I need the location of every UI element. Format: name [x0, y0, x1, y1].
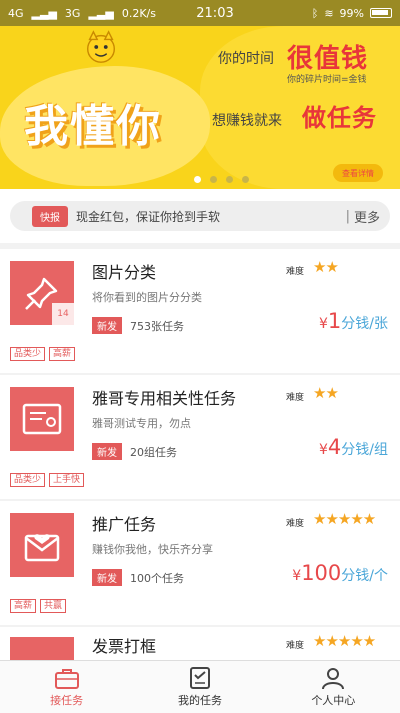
price-value: 100 [301, 561, 342, 585]
task-price: ¥1分钱/张 [319, 309, 388, 333]
nav-label: 我的任务 [177, 694, 222, 707]
task-count: 20组任务 [130, 446, 177, 459]
difficulty-label: 难度 [286, 267, 305, 277]
price-value: 4 [327, 435, 342, 459]
nav-my-tasks[interactable]: 我的任务 [133, 661, 266, 713]
carousel-dot[interactable] [242, 176, 249, 183]
price-value: 1 [327, 309, 342, 333]
task-title: 雅哥专用相关性任务 [92, 389, 237, 408]
task-tag: 品类少 [10, 473, 46, 487]
banner-headline: 我懂你 [24, 101, 162, 152]
task-tag: 高薪 [49, 347, 76, 361]
price-unit: 分钱/张 [341, 316, 388, 332]
banner-line1-big: 很值钱 [287, 44, 369, 74]
difficulty-label: 难度 [286, 641, 305, 651]
certificate-icon [22, 403, 62, 435]
new-badge: 新发 [92, 317, 122, 334]
price-unit: 分钱/组 [341, 442, 388, 458]
price-symbol: ¥ [318, 442, 328, 458]
task-title: 发票打框 [92, 637, 157, 656]
see-detail-button[interactable]: 查看详情 [333, 164, 383, 182]
task-tag: 共赢 [40, 599, 67, 613]
signal-indicator: 4G [8, 6, 24, 20]
task-description: 将你看到的图片分分类 [92, 291, 202, 304]
price-symbol: ¥ [292, 568, 302, 584]
network-speed: 0.2K/s [121, 6, 156, 20]
task-icon [10, 387, 74, 451]
wifi-icon: ≋ [324, 6, 334, 20]
task-card[interactable]: 14 图片分类 难度 ★★ 将你看到的图片分分类 新发 753张任务 ¥1分钱/… [0, 249, 400, 373]
difficulty-stars: ★★ [313, 258, 339, 276]
task-tag: 品类少 [10, 347, 46, 361]
carousel-dot[interactable] [194, 176, 201, 183]
person-icon [322, 668, 345, 690]
mascot-icon [86, 30, 116, 63]
notice-message[interactable]: 现金红包，保证你抢到手软 [76, 208, 342, 225]
nav-label: 个人中心 [311, 694, 356, 707]
task-icon [10, 513, 74, 577]
task-title: 推广任务 [92, 515, 157, 534]
task-list-icon [189, 667, 210, 689]
task-tags: 品类少 上手快 [10, 473, 85, 487]
task-description: 雅哥测试专用，勿点 [92, 417, 191, 430]
task-tags: 品类少 高薪 [10, 347, 76, 361]
battery-icon [370, 8, 392, 18]
task-card[interactable]: 发票打框 难度 ★★★★★ [0, 627, 400, 660]
nav-take-task[interactable]: 接任务 [0, 661, 133, 713]
signal-indicator-2: 3G [64, 6, 81, 20]
notice-divider: | [345, 208, 350, 224]
task-tag: 高薪 [10, 599, 37, 613]
difficulty-stars: ★★★★★ [313, 632, 376, 650]
carousel-dot[interactable] [226, 176, 233, 183]
carousel-dot[interactable] [210, 176, 217, 183]
difficulty-label: 难度 [286, 393, 305, 403]
new-badge: 新发 [92, 569, 122, 586]
task-title: 图片分类 [92, 263, 157, 282]
difficulty-stars: ★★ [313, 384, 339, 402]
price-symbol: ¥ [318, 316, 328, 332]
difficulty-stars: ★★★★★ [313, 510, 376, 528]
notice-tag: 快报 [32, 205, 68, 227]
promo-banner[interactable]: 我懂你 你的时间 很值钱 你的碎片时间=金钱 想赚钱就来 做任务 查看详情 [0, 26, 400, 189]
task-price: ¥4分钱/组 [319, 435, 388, 459]
task-tags: 高薪 共赢 [10, 599, 67, 613]
notice-section: 快报 现金红包，保证你抢到手软 | 更多 [0, 189, 400, 243]
signal-bars-icon: ▂▃▅ [31, 6, 57, 20]
task-icon: 14 [10, 261, 74, 325]
task-icon [10, 637, 74, 660]
difficulty-label: 难度 [286, 519, 305, 529]
nav-profile[interactable]: 个人中心 [267, 661, 400, 713]
nav-label: 接任务 [50, 694, 84, 707]
signal-bars-icon-2: ▂▃▅ [88, 6, 114, 20]
carousel-indicator[interactable] [194, 176, 249, 183]
banner-line1-small: 你的时间 [218, 51, 274, 67]
envelope-heart-icon [24, 534, 60, 562]
status-bar: 4G ▂▃▅ 3G ▂▃▅ 0.2K/s 21:03 ᛒ ≋ 99% [0, 0, 400, 26]
notice-bar[interactable]: 快报 现金红包，保证你抢到手软 | 更多 [10, 201, 390, 231]
new-badge: 新发 [92, 443, 122, 460]
task-card[interactable]: 推广任务 难度 ★★★★★ 赚钱你我他，快乐齐分享 新发 100个任务 ¥100… [0, 501, 400, 625]
banner-line2-small: 想赚钱就来 [212, 113, 282, 129]
task-card[interactable]: 雅哥专用相关性任务 难度 ★★ 雅哥测试专用，勿点 新发 20组任务 ¥4分钱/… [0, 375, 400, 499]
bottom-nav: 接任务 我的任务 个人中心 [0, 660, 400, 713]
task-count: 753张任务 [130, 320, 184, 333]
banner-line2-big: 做任务 [302, 104, 377, 132]
clock: 21:03 [196, 5, 234, 21]
banner-line1-sub: 你的碎片时间=金钱 [287, 75, 367, 85]
battery-percent: 99% [339, 6, 364, 20]
task-count: 100个任务 [130, 572, 184, 585]
task-tag: 上手快 [49, 473, 85, 487]
more-link[interactable]: 更多 [354, 207, 380, 226]
task-description: 赚钱你我他，快乐齐分享 [92, 543, 213, 556]
icon-count-badge: 14 [52, 303, 74, 325]
briefcase-icon [54, 669, 79, 689]
price-unit: 分钱/个 [341, 568, 388, 584]
task-price: ¥100分钱/个 [292, 561, 388, 585]
bluetooth-icon: ᛒ [311, 6, 319, 20]
